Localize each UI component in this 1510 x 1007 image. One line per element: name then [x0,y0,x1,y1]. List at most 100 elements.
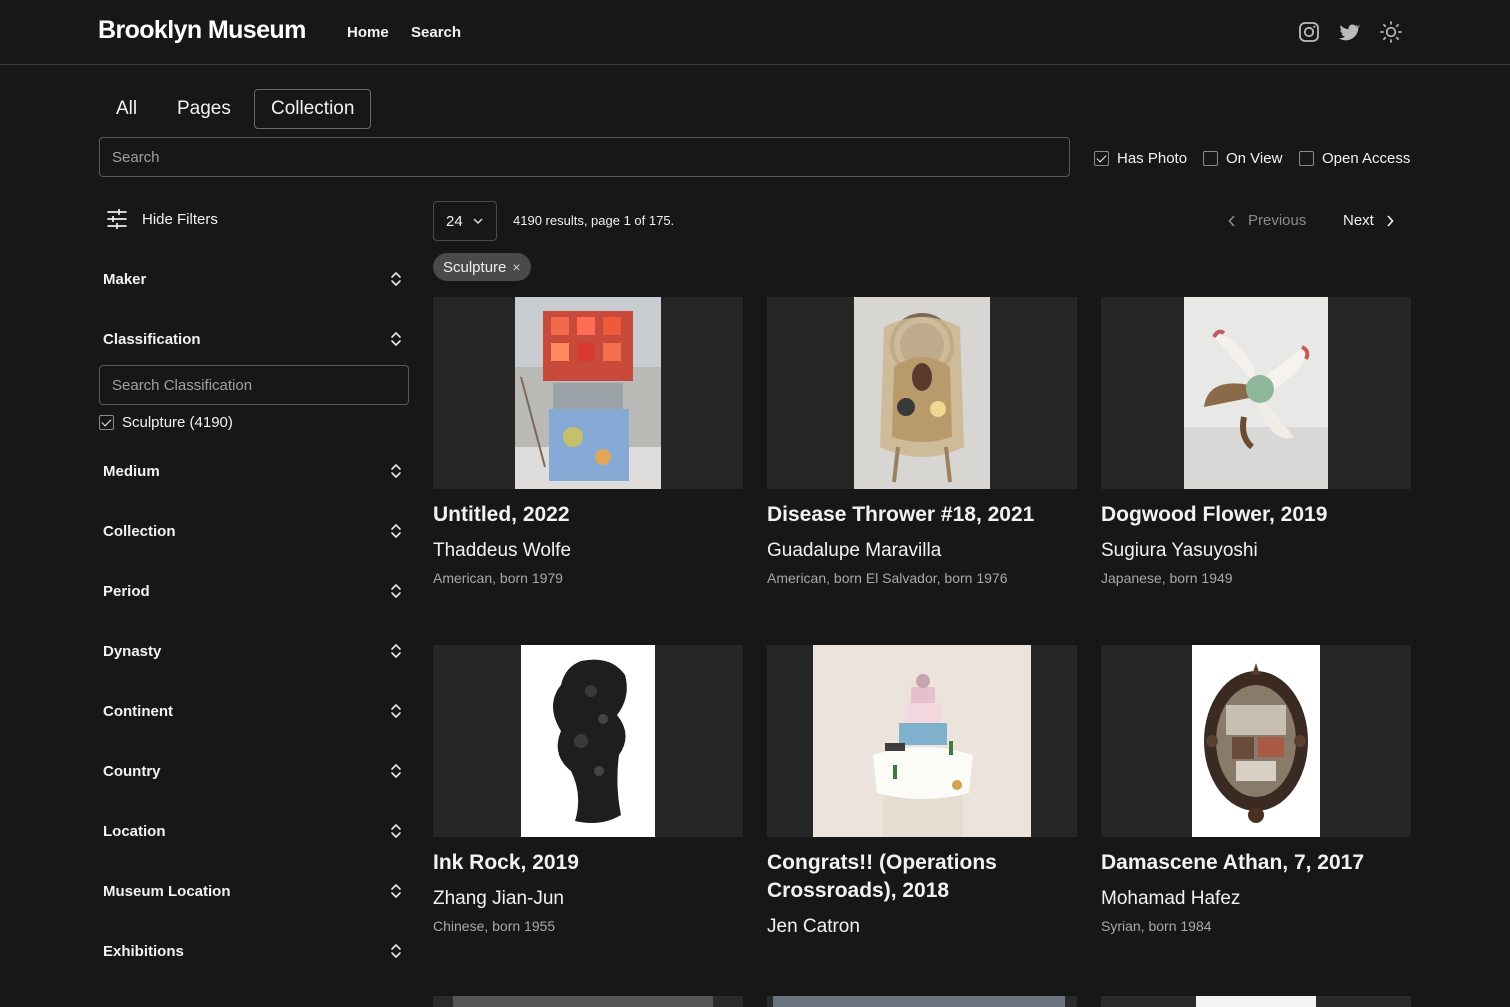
artwork-title[interactable]: Dogwood Flower, 2019 [1101,501,1411,529]
artwork-card[interactable]: Congrats!! (Operations Crossroads), 2018… [767,645,1077,945]
chevron-up-down-icon [391,524,401,538]
classification-search-input[interactable] [99,365,409,405]
artwork-card[interactable]: Untitled, 2022 Thaddeus Wolfe American, … [433,297,743,597]
artwork-photo [1184,297,1328,489]
open-access-checkbox[interactable]: Open Access [1299,149,1410,167]
artwork-card[interactable]: Ink Rock, 2019 Zhang Jian-Jun Chinese, b… [433,645,743,945]
chevron-up-down-icon [391,584,401,598]
facet-classification[interactable]: Classification [103,327,409,351]
artwork-maker: Thaddeus Wolfe [433,540,572,561]
artwork-photo [813,645,1031,837]
artwork-maker: Mohamad Hafez [1101,888,1241,909]
facet-country[interactable]: Country [103,759,409,783]
hide-filters-label: Hide Filters [142,210,218,228]
artwork-maker-bio: Japanese, born 1949 [1101,570,1233,586]
chevron-up-down-icon [391,644,401,658]
artwork-title[interactable]: Congrats!! (Operations Crossroads), 2018 [767,849,1077,905]
site-logo[interactable]: Brooklyn Museum [98,16,306,45]
checkbox-checked[interactable] [1094,150,1109,166]
artwork-card-partial[interactable] [1101,996,1411,1007]
next-page-button[interactable]: Next [1343,212,1394,229]
next-label: Next [1343,212,1374,229]
artwork-title[interactable]: Damascene Athan, 7, 2017 [1101,849,1411,877]
artwork-image[interactable] [1101,297,1411,489]
facet-label: Continent [103,702,173,720]
previous-label: Previous [1248,212,1307,229]
artwork-image[interactable] [767,297,1077,489]
instagram-icon[interactable] [1297,20,1321,44]
nav-search-link[interactable]: Search [411,24,461,41]
chevron-up-down-icon [391,272,401,286]
active-filter-chip: Sculpture × [433,253,531,281]
artwork-image[interactable] [767,645,1077,837]
facet-museum-location[interactable]: Museum Location [103,879,409,903]
artwork-maker-bio: American, born El Salvador, born 1976 [767,570,1008,586]
theme-toggle-sun-icon[interactable] [1379,20,1403,44]
chevron-up-down-icon [391,332,401,346]
per-page-value: 24 [446,212,463,230]
on-view-checkbox[interactable]: On View [1203,149,1282,167]
artwork-title[interactable]: Untitled, 2022 [433,501,743,529]
tab-pages[interactable]: Pages [160,89,248,129]
facet-medium[interactable]: Medium [103,459,409,483]
facet-collection[interactable]: Collection [103,519,409,543]
artwork-maker: Jen Catron [767,916,860,937]
chevron-up-down-icon [391,704,401,718]
artwork-image[interactable] [433,645,743,837]
previous-page-button[interactable]: Previous [1228,212,1306,229]
tab-collection[interactable]: Collection [254,89,372,129]
results-summary: 4190 results, page 1 of 175. [513,213,675,228]
artwork-title[interactable]: Disease Thrower #18, 2021 [767,501,1077,529]
artwork-maker-bio: Chinese, born 1955 [433,918,556,934]
facet-continent[interactable]: Continent [103,699,409,723]
artwork-maker: Zhang Jian-Jun [433,888,564,909]
site-header: Brooklyn Museum Home Search [0,0,1510,65]
artwork-title[interactable]: Ink Rock, 2019 [433,849,743,877]
artwork-photo [515,297,661,489]
has-photo-checkbox[interactable]: Has Photo [1094,149,1187,167]
twitter-icon[interactable] [1337,20,1361,44]
has-photo-label: Has Photo [1117,149,1188,167]
chevron-up-down-icon [391,884,401,898]
artwork-image[interactable] [433,297,743,489]
artwork-card[interactable]: Disease Thrower #18, 2021 Guadalupe Mara… [767,297,1077,597]
hide-filters-button[interactable]: Hide Filters [106,207,218,231]
facet-label: Location [103,822,166,840]
facet-exhibitions[interactable]: Exhibitions [103,939,409,963]
artwork-image-partial [453,996,713,1007]
on-view-label: On View [1226,149,1283,167]
artwork-photo [854,297,990,489]
facet-label: Collection [103,522,176,540]
nav-home-link[interactable]: Home [347,24,389,41]
tab-all[interactable]: All [99,89,154,129]
search-input[interactable] [99,137,1070,177]
artwork-card-partial[interactable] [767,996,1077,1007]
facet-period[interactable]: Period [103,579,409,603]
chevron-down-icon [473,218,483,224]
facet-label: Museum Location [103,882,231,900]
sliders-icon [107,209,127,229]
chevron-up-down-icon [391,764,401,778]
chevron-up-down-icon [391,944,401,958]
facet-location[interactable]: Location [103,819,409,843]
facet-label: Exhibitions [103,942,184,960]
facet-maker[interactable]: Maker [103,267,409,291]
artwork-maker: Guadalupe Maravilla [767,540,942,561]
artwork-maker-bio: American, born 1979 [433,570,563,586]
artwork-image[interactable] [1101,645,1411,837]
checkbox-checked[interactable] [99,414,114,430]
facet-label: Dynasty [103,642,162,660]
facet-dynasty[interactable]: Dynasty [103,639,409,663]
facet-label: Country [103,762,161,780]
artwork-card[interactable]: Dogwood Flower, 2019 Sugiura Yasuyoshi J… [1101,297,1411,597]
artwork-card[interactable]: Damascene Athan, 7, 2017 Mohamad Hafez S… [1101,645,1411,945]
per-page-select[interactable]: 24 [433,201,497,241]
checkbox-unchecked[interactable] [1299,150,1314,166]
checkbox-unchecked[interactable] [1203,150,1218,166]
artwork-maker: Sugiura Yasuyoshi [1101,540,1258,561]
facet-label: Maker [103,270,147,288]
artwork-card-partial[interactable] [433,996,743,1007]
chevron-left-icon [1228,214,1235,227]
classification-option-sculpture[interactable]: Sculpture (4190) [99,413,233,431]
chip-remove-icon[interactable]: × [512,259,520,275]
